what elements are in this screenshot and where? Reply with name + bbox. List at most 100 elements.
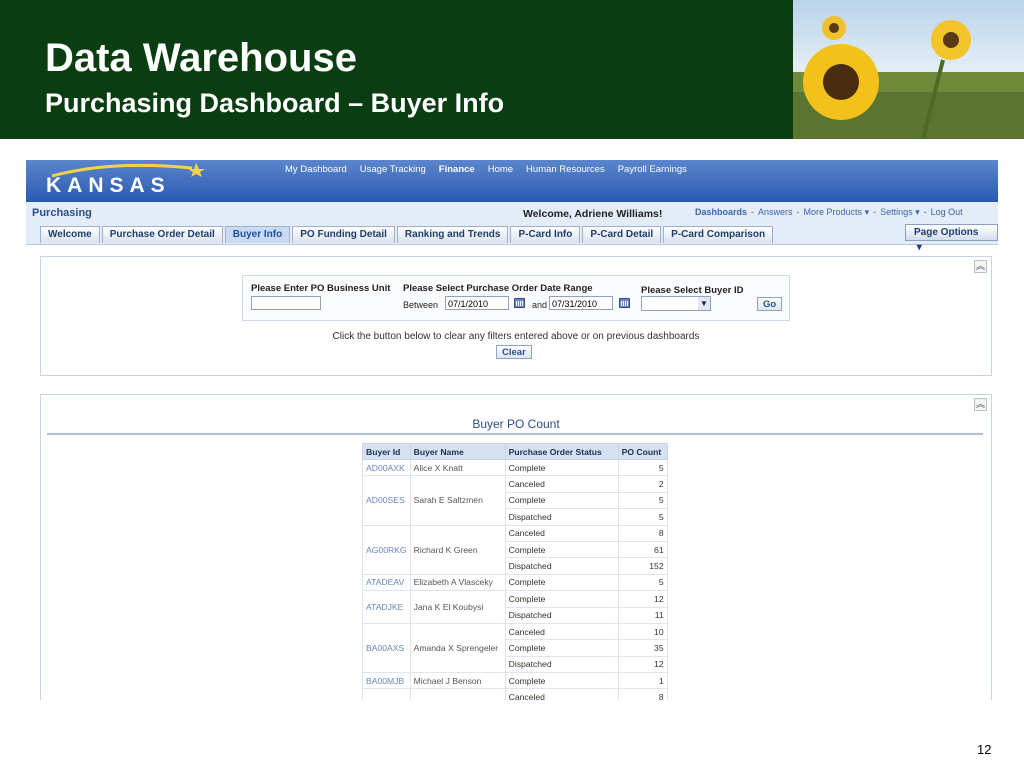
title-divider <box>47 433 983 435</box>
column-header-buyer-name[interactable]: Buyer Name <box>409 443 506 460</box>
buyer-name-cell <box>409 688 506 700</box>
and-label: and <box>532 300 548 310</box>
tab-p-card-info[interactable]: P-Card Info <box>510 226 581 243</box>
buyer-name-cell: Alice X Knatt <box>409 458 506 477</box>
top-nav-my-dashboard[interactable]: My Dashboard <box>285 164 347 175</box>
po-count-cell[interactable]: 5 <box>617 458 668 477</box>
po-count-cell[interactable]: 2 <box>617 475 668 493</box>
po-count-cell[interactable]: 61 <box>617 540 668 559</box>
po-count-cell[interactable]: 12 <box>617 590 668 608</box>
tab-welcome[interactable]: Welcome <box>40 226 100 243</box>
chevron-down-icon: ▼ <box>698 297 710 310</box>
start-date-calendar-icon[interactable] <box>514 298 525 308</box>
po-count-cell[interactable]: 1 <box>617 672 668 690</box>
table-row: Canceled 8 <box>362 688 668 700</box>
settings-link[interactable]: Settings <box>880 207 913 218</box>
table-row: BA00AXS Amanda X Sprengeler Canceled 10 <box>362 622 668 674</box>
slide-title: Data Warehouse <box>45 36 357 80</box>
page-options-chevron-down-icon: ▾ <box>914 242 922 253</box>
buyer-id-cell[interactable] <box>362 688 411 700</box>
between-label: Between <box>403 300 439 310</box>
app-banner: KANSAS My Dashboard Usage Tracking Finan… <box>26 160 998 202</box>
go-button[interactable]: Go <box>757 297 783 311</box>
logout-link[interactable]: Log Out <box>931 207 963 218</box>
buyer-id-select[interactable]: ▼ <box>641 296 711 311</box>
table-row: AG00RKG Richard K Green Canceled 8 <box>362 524 668 575</box>
top-nav-usage-tracking[interactable]: Usage Tracking <box>360 164 426 175</box>
tab-p-card-comparison[interactable]: P-Card Comparison <box>663 226 774 243</box>
po-count-cell[interactable]: 35 <box>617 639 668 657</box>
buyer-name-cell: Jana K El Koubysi <box>409 590 506 624</box>
more-products-link[interactable]: More Products <box>804 207 863 218</box>
buyer-name-cell: Sarah E Saltzmen <box>409 475 506 526</box>
top-nav-payroll-earnings[interactable]: Payroll Earnings <box>618 164 687 175</box>
column-header-po-count[interactable]: PO Count <box>617 443 668 460</box>
po-status-cell: Complete <box>504 540 619 559</box>
po-status-cell: Dispatched <box>504 508 619 526</box>
po-count-cell[interactable]: 8 <box>617 524 668 542</box>
tab-po-funding-detail[interactable]: PO Funding Detail <box>292 226 395 243</box>
dashboards-link[interactable]: Dashboards <box>695 207 747 218</box>
po-status-cell: Dispatched <box>504 655 619 674</box>
start-date-input[interactable]: 07/1/2010 <box>445 296 509 310</box>
po-count-cell[interactable]: 10 <box>617 622 668 641</box>
sunflower-large <box>803 44 879 120</box>
buyer-id-label: Please Select Buyer ID <box>641 285 744 296</box>
answers-link[interactable]: Answers <box>758 207 793 218</box>
more-products-chevron-down-icon: ▾ <box>862 207 870 217</box>
column-header-po-status[interactable]: Purchase Order Status <box>504 443 619 460</box>
page-options-button[interactable]: Page Options ▾ <box>905 224 998 253</box>
collapse-icon[interactable]: ︽ <box>974 398 987 411</box>
po-count-cell[interactable]: 12 <box>617 655 668 674</box>
column-header-buyer-id[interactable]: Buyer Id <box>362 443 411 460</box>
table-row: ATADJKE Jana K El Koubysi Complete 12 <box>362 590 668 624</box>
po-count-cell[interactable]: 8 <box>617 688 668 700</box>
buyer-id-cell[interactable]: AD00AXK <box>362 458 411 477</box>
buyer-id-cell[interactable]: ATADJKE <box>362 590 411 624</box>
top-nav: My Dashboard Usage Tracking Finance Home… <box>285 164 700 175</box>
po-count-cell[interactable]: 5 <box>617 573 668 592</box>
buyer-name-cell: Elizabeth A Vlasceky <box>409 573 506 592</box>
table-row: AD00SES Sarah E Saltzmen Canceled 2 <box>362 475 668 526</box>
clear-button[interactable]: Clear <box>496 345 532 359</box>
end-date-calendar-icon[interactable] <box>619 298 630 308</box>
buyer-po-count-table: Buyer Id Buyer Name Purchase Order Statu… <box>362 443 668 700</box>
po-count-cell[interactable]: 152 <box>617 557 668 575</box>
buyer-id-cell[interactable]: AD00SES <box>362 475 411 526</box>
prompt-box: Please Enter PO Business Unit Please Sel… <box>242 275 790 321</box>
buyer-name-cell: Richard K Green <box>409 524 506 575</box>
tab-ranking-and-trends[interactable]: Ranking and Trends <box>396 226 509 243</box>
table-row: BA00MJB Michael J Benson Complete 1 <box>362 672 668 690</box>
po-count-cell[interactable]: 5 <box>617 508 668 526</box>
welcome-message: Welcome, Adriene Williams! <box>523 208 663 220</box>
buyer-id-cell[interactable]: AG00RKG <box>362 524 411 575</box>
end-date-input[interactable]: 07/31/2010 <box>549 296 613 310</box>
top-nav-home[interactable]: Home <box>488 164 513 175</box>
tab-purchase-order-detail[interactable]: Purchase Order Detail <box>101 226 223 243</box>
buyer-id-cell[interactable]: ATADEAV <box>362 573 411 592</box>
buyer-name-cell: Amanda X Sprengeler <box>409 622 506 674</box>
top-nav-human-resources[interactable]: Human Resources <box>526 164 605 175</box>
buyer-id-cell[interactable]: BA00MJB <box>362 672 411 690</box>
business-unit-input[interactable] <box>251 296 321 310</box>
buyer-id-cell[interactable]: BA00AXS <box>362 622 411 674</box>
top-nav-finance[interactable]: Finance <box>439 164 475 175</box>
page-number: 12 <box>977 742 992 757</box>
po-status-cell: Canceled <box>504 622 619 641</box>
collapse-icon[interactable]: ︽ <box>974 260 987 273</box>
po-count-cell[interactable]: 11 <box>617 606 668 624</box>
filter-panel: ︽ Please Enter PO Business Unit Please S… <box>40 256 992 376</box>
tab-p-card-detail[interactable]: P-Card Detail <box>582 226 662 243</box>
po-status-cell: Complete <box>504 639 619 657</box>
table-body: AD00AXK Alice X Knatt Complete 5 AD00SES Sara… <box>362 458 668 700</box>
po-status-cell: Complete <box>504 590 619 608</box>
utility-links: Dashboards - Answers - More Products ▾ - Se… <box>695 207 963 218</box>
po-status-cell: Complete <box>504 672 619 690</box>
po-count-cell[interactable]: 5 <box>617 491 668 510</box>
tab-buyer-info[interactable]: Buyer Info <box>224 226 291 243</box>
dashboard-subbar: Purchasing Welcome, Adriene Williams! Da… <box>26 202 998 253</box>
table-row: ATADEAV Elizabeth A Vlasceky Complete 5 <box>362 573 668 592</box>
bi-app-window: KANSAS My Dashboard Usage Tracking Finan… <box>26 160 998 700</box>
business-unit-label: Please Enter PO Business Unit <box>251 283 391 294</box>
table-row: AD00AXK Alice X Knatt Complete 5 <box>362 458 668 477</box>
